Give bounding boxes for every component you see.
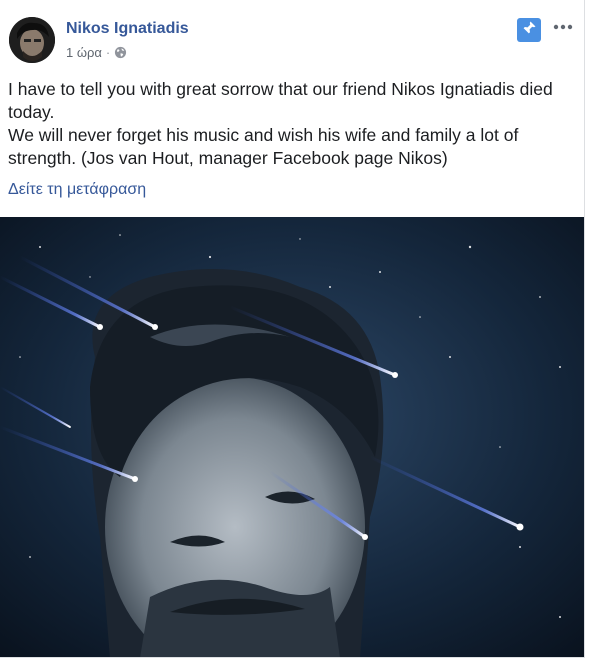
more-options-icon: [553, 17, 573, 35]
post-body: I have to tell you with great sorrow tha…: [8, 78, 576, 170]
meta-separator: ·: [105, 45, 111, 60]
post-text-line: strength. (Jos van Hout, manager Faceboo…: [8, 148, 448, 168]
post-text-line: We will never forget his music and wish …: [8, 125, 519, 145]
pin-icon: [521, 20, 537, 41]
more-options-button[interactable]: [551, 17, 575, 35]
pin-button[interactable]: [517, 18, 541, 42]
post-photo[interactable]: [0, 217, 584, 657]
post-meta: 1 ώρα ·: [66, 45, 127, 60]
facebook-post: Nikos Ignatiadis 1 ώρα · I have to tell …: [0, 0, 585, 658]
see-translation-link[interactable]: Δείτε τη μετάφραση: [8, 181, 146, 199]
post-timestamp[interactable]: 1 ώρα: [66, 45, 102, 60]
post-header: Nikos Ignatiadis 1 ώρα ·: [0, 0, 584, 72]
avatar[interactable]: [9, 17, 55, 63]
author-name[interactable]: Nikos Ignatiadis: [66, 20, 189, 38]
post-text-line: today.: [8, 102, 55, 122]
post-text-line: I have to tell you with great sorrow tha…: [8, 79, 553, 99]
globe-icon[interactable]: [114, 46, 127, 59]
